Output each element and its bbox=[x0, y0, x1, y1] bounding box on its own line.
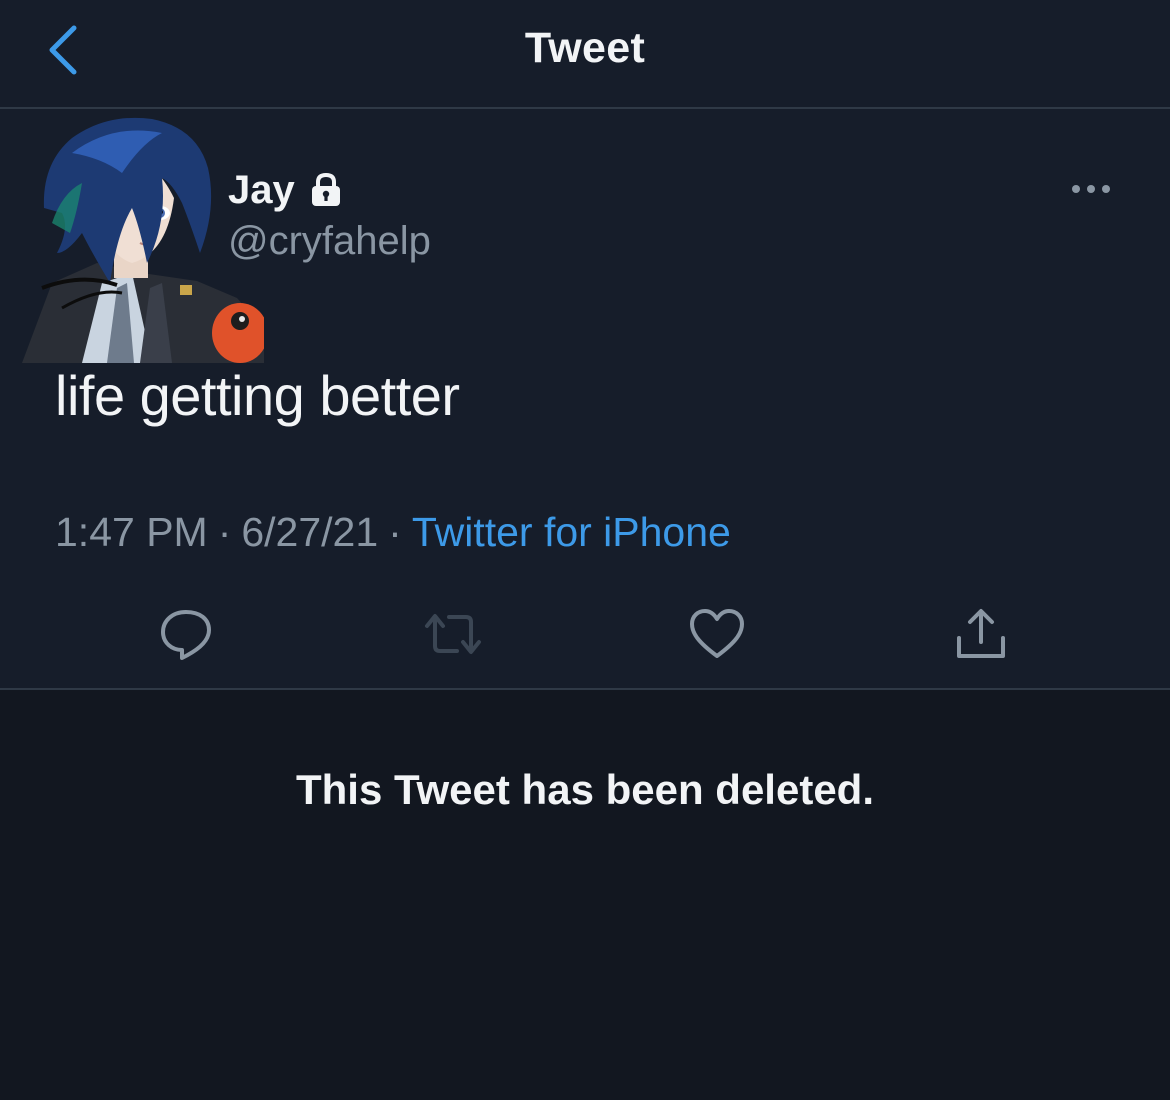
tweet-text: life getting better bbox=[55, 364, 460, 427]
more-options-button[interactable] bbox=[1064, 169, 1120, 209]
author-handle[interactable]: @cryfahelp bbox=[228, 219, 431, 264]
reply-button[interactable] bbox=[151, 599, 221, 669]
lock-icon bbox=[311, 172, 340, 206]
deleted-tweet-notice: This Tweet has been deleted. bbox=[0, 690, 1170, 1100]
author-name-row[interactable]: Jay bbox=[228, 165, 345, 215]
tweet-time: 1:47 PM bbox=[55, 509, 208, 555]
comment-icon bbox=[161, 610, 211, 660]
like-button[interactable] bbox=[682, 599, 752, 669]
display-name[interactable]: Jay bbox=[228, 168, 295, 213]
tweet-metadata: 1:47 PM · 6/27/21 · Twitter for iPhone bbox=[55, 509, 731, 556]
share-icon bbox=[957, 609, 1005, 658]
tweet-actions-bar bbox=[0, 599, 1170, 669]
meta-separator: · bbox=[217, 509, 232, 555]
deleted-notice-text: This Tweet has been deleted. bbox=[295, 766, 875, 813]
more-options-icon bbox=[1072, 185, 1110, 193]
page-title: Tweet bbox=[524, 24, 646, 72]
tweet-date: 6/27/21 bbox=[241, 509, 379, 555]
retweet-icon bbox=[425, 614, 481, 654]
top-navigation-bar: Tweet bbox=[0, 0, 1170, 109]
tweet-card: Jay @cryfahelp life getting better 1:47 … bbox=[0, 109, 1170, 690]
tweet-source-link[interactable]: Twitter for iPhone bbox=[412, 509, 731, 555]
meta-separator: · bbox=[388, 509, 402, 555]
retweet-button[interactable] bbox=[418, 599, 488, 669]
tweet-detail-screen: Tweet Jay @cryfahelp life getting better… bbox=[0, 0, 1170, 1100]
share-button[interactable] bbox=[946, 599, 1016, 669]
heart-icon bbox=[690, 609, 744, 658]
